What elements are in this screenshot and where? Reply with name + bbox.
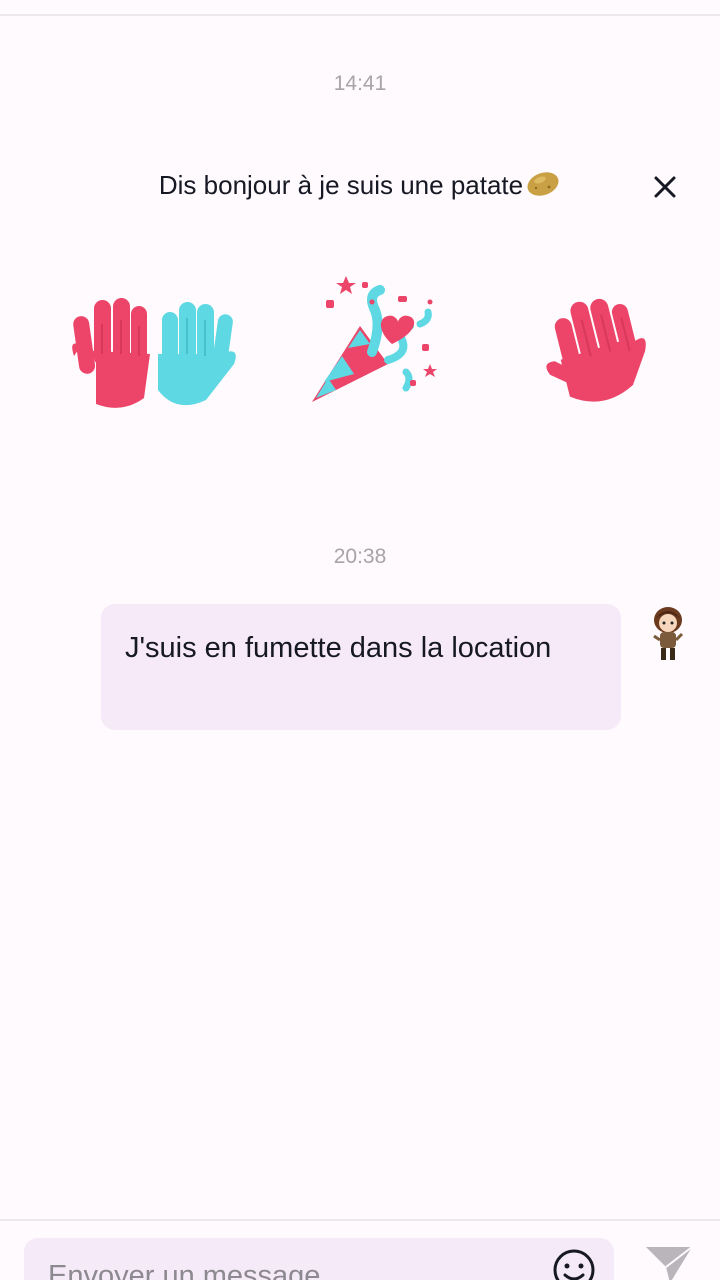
- send-icon: [646, 1246, 693, 1280]
- greeting-text-wrap: Dis bonjour à je suis une patate: [0, 170, 720, 205]
- greeting-banner: Dis bonjour à je suis une patate: [0, 168, 720, 208]
- message-bubble[interactable]: J'suis en fumette dans la location: [101, 604, 621, 730]
- waving-hand-sticker[interactable]: [540, 292, 660, 408]
- message-input[interactable]: [48, 1260, 528, 1280]
- close-icon: [654, 176, 676, 198]
- smiley-icon: [553, 1249, 595, 1280]
- high-five-hands-sticker[interactable]: [66, 294, 242, 410]
- greeting-text: Dis bonjour à je suis une patate: [158, 170, 524, 200]
- timestamp: 20:38: [333, 545, 387, 568]
- potato-emoji-icon: [525, 170, 561, 205]
- message-composer-bar: [0, 1219, 720, 1280]
- emoji-button[interactable]: [552, 1248, 596, 1280]
- party-popper-sticker[interactable]: [302, 264, 452, 410]
- timestamp: 14:41: [333, 72, 387, 95]
- avatar[interactable]: [646, 604, 690, 662]
- send-button[interactable]: [644, 1245, 694, 1280]
- close-greeting-button[interactable]: [648, 170, 682, 204]
- sticker-suggestions: [0, 258, 720, 418]
- message-composer: [24, 1238, 614, 1280]
- top-divider: [0, 0, 720, 16]
